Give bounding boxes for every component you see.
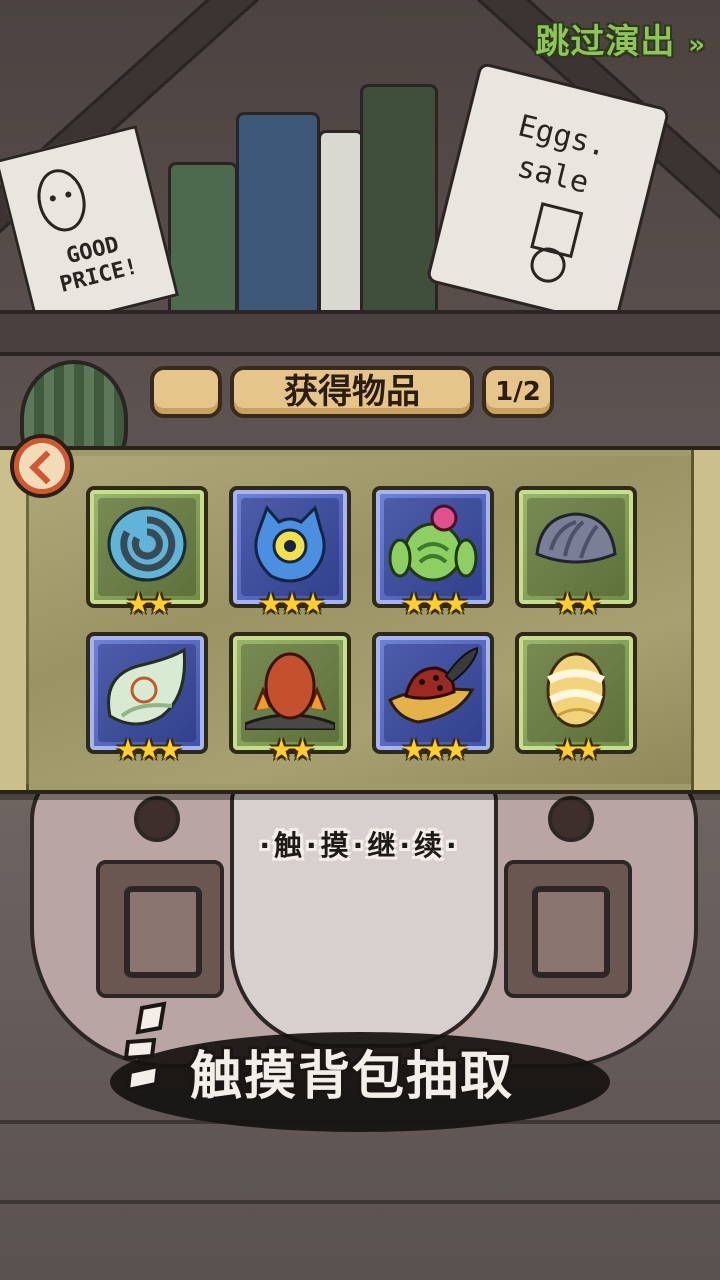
page-counter-pill: 1/2 [482,366,554,418]
back-button[interactable] [10,434,74,498]
rarity-stars: ★★★ [401,587,468,620]
leaf-wrapped-egg-icon [107,647,187,726]
rarity-stars: ★★ [554,587,601,620]
book-blue [236,112,320,318]
blue-eye-blob-icon [254,505,326,583]
rarity-stars: ★★ [125,587,172,620]
backpack-strap-right [504,860,632,998]
page-title: 获得物品 [284,372,420,412]
scroll-edge-right [691,450,720,790]
touch-backpack-hint[interactable]: 触摸背包抽取 [190,1034,610,1109]
backpack-center [230,780,498,1048]
item-slot[interactable]: ★★★ [229,486,351,618]
title-bar: 获得物品 1/2 [0,366,720,418]
tap-burst-icon [124,1001,167,1093]
grey-clam-shell-icon [535,512,617,564]
rarity-stars: ★★★ [401,733,468,766]
item-slot[interactable]: ★★ [229,632,351,764]
title-pill: 获得物品 [230,366,474,418]
rarity-stars: ★★★ [258,587,325,620]
item-slot[interactable]: ★★★ [86,632,208,764]
cactus-flower-icon [388,504,478,582]
item-slot[interactable]: ★★ [86,486,208,618]
scroll-edge-left [0,450,29,790]
feathered-hat-icon [388,646,478,724]
rarity-stars: ★★ [554,733,601,766]
skip-label: 跳过演出 [535,22,676,62]
book-dark-green [360,84,438,318]
bandaged-egg-icon [546,652,606,728]
fire-egg-on-coals-icon [245,652,335,730]
item-slot[interactable]: ★★★ [372,486,494,618]
item-slot[interactable]: ★★ [515,632,637,764]
backpack-strap-left [96,860,224,998]
skip-cutscene-button[interactable]: 跳过演出 » [535,14,706,63]
back-arrow-icon [29,450,64,485]
item-grid: ★★ ★★★ ★★★ ★★ ★★★ ★★ ★★★ ★★ [86,486,637,764]
shelf-plank [0,310,720,356]
item-slot[interactable]: ★★★ [372,632,494,764]
floor-line [0,1200,720,1204]
book-white [318,130,364,318]
page-counter: 1/2 [495,377,541,407]
rarity-stars: ★★★ [115,733,182,766]
title-pill-left-decoration [150,366,222,418]
item-slot[interactable]: ★★ [515,486,637,618]
spiral-shell-egg-icon [107,506,187,582]
touch-to-continue-label[interactable]: ·触·摸·继·续· [0,824,720,864]
double-chevron-right-icon: » [688,30,706,60]
rarity-stars: ★★ [268,733,315,766]
